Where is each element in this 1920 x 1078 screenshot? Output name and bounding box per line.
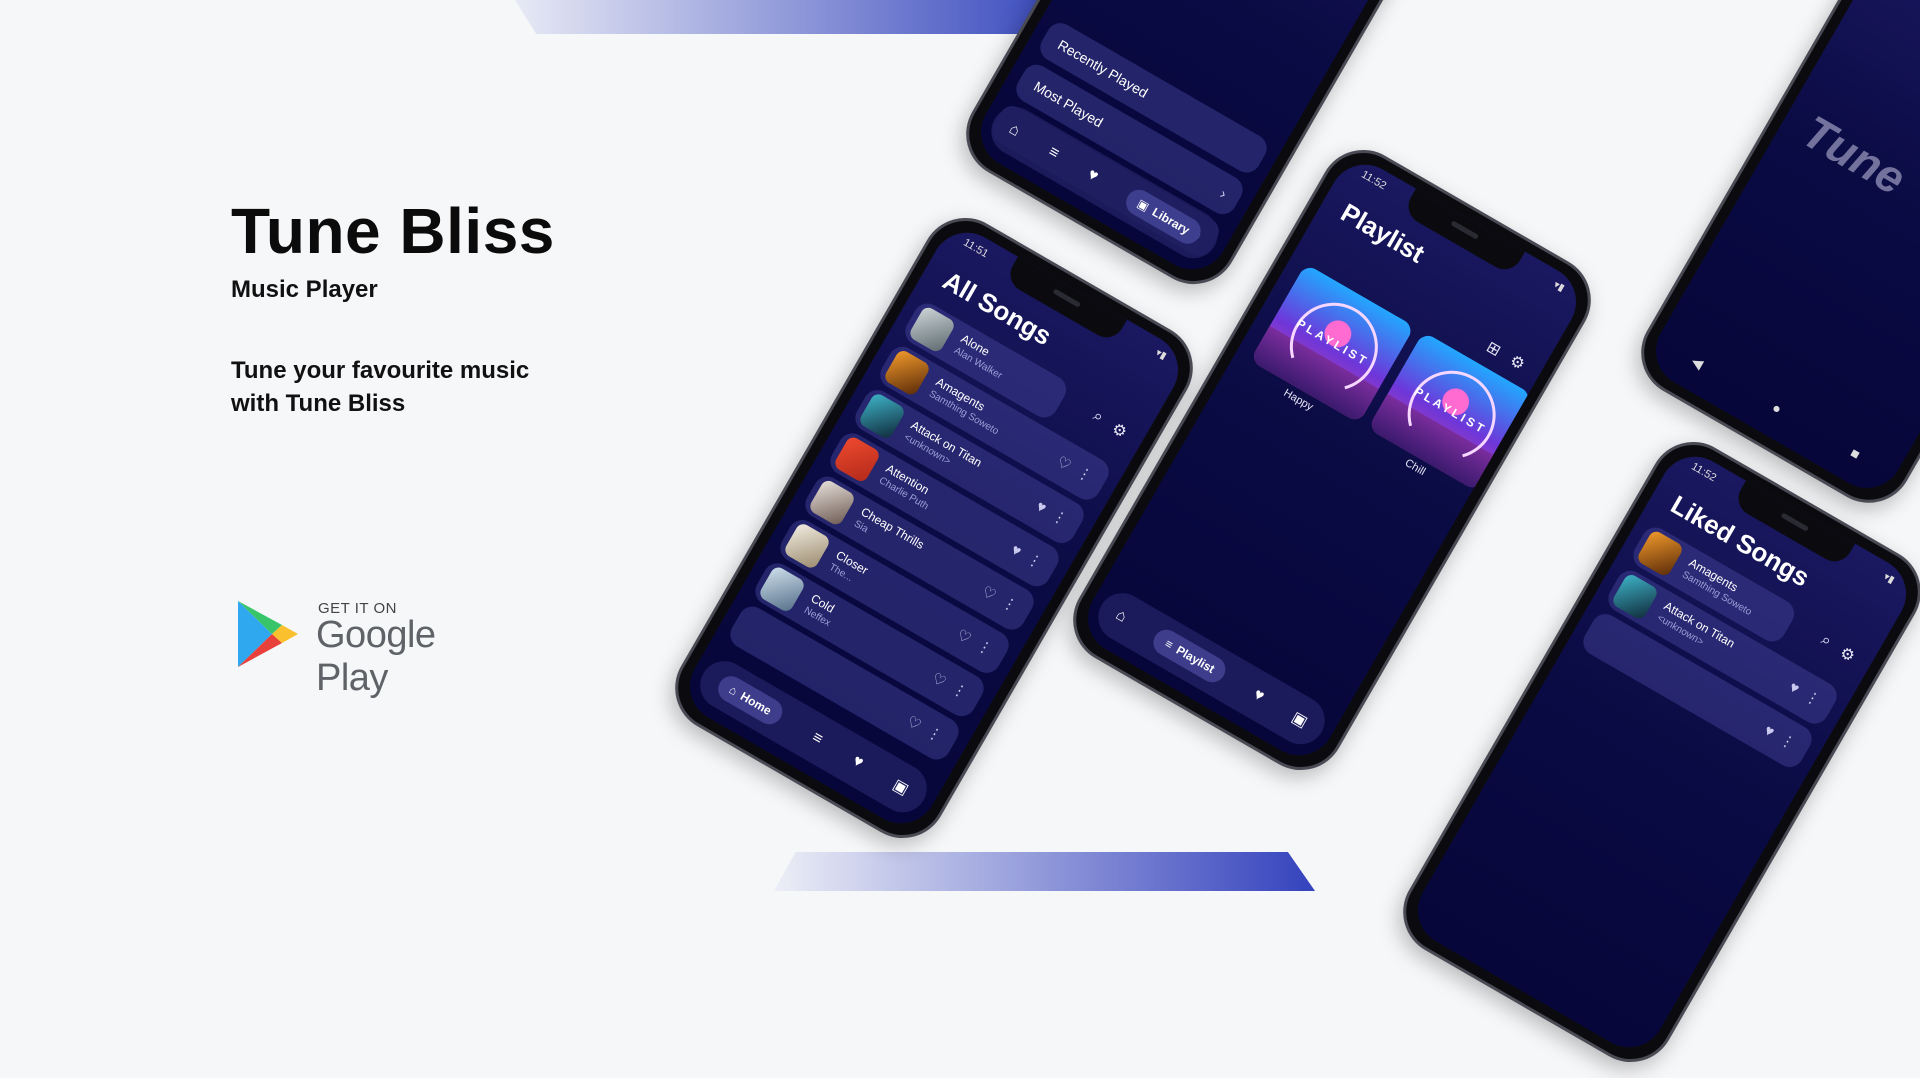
back-icon[interactable]: ◀: [1688, 353, 1706, 373]
heart-filled-icon[interactable]: ♥: [1786, 678, 1802, 697]
heart-icon[interactable]: ♥: [1084, 166, 1102, 186]
heart-filled-icon[interactable]: ♥: [1761, 722, 1777, 741]
tagline: Tune your favourite music with Tune Blis…: [231, 354, 571, 420]
google-play-badge[interactable]: GET IT ON Google Play: [236, 598, 506, 699]
phone-splash: Tune ◀ ● ■: [1625, 0, 1920, 519]
heart-outline-icon[interactable]: ♡: [979, 582, 1000, 604]
splash-logo-text: Tune: [1794, 105, 1915, 205]
more-vert-icon[interactable]: ⋮: [949, 679, 971, 702]
gear-icon[interactable]: ⚙: [1108, 418, 1130, 442]
playlist-bottom-nav: ⌂ ≡ Playlist ♥ ▣: [1089, 584, 1334, 753]
album-art: [1610, 572, 1660, 622]
queue-icon[interactable]: ≡: [1045, 143, 1062, 163]
search-icon[interactable]: ⌕: [1090, 407, 1106, 427]
more-vert-icon[interactable]: ⋮: [999, 592, 1021, 615]
nav-library-label: Library: [1149, 204, 1193, 238]
nav-home-active[interactable]: ⌂ Home: [713, 671, 788, 730]
chevron-right-icon: ›: [1216, 185, 1230, 203]
home-icon: ⌂: [726, 682, 740, 699]
signal-battery-icon: ▾▮: [1551, 279, 1567, 295]
album-art: [757, 564, 807, 614]
badge-store-name: Google Play: [316, 614, 436, 699]
album-art: [882, 348, 932, 398]
album-art: [782, 521, 832, 571]
library-icon[interactable]: ▣: [1288, 707, 1311, 732]
heart-outline-icon[interactable]: ♡: [904, 712, 925, 734]
all-songs-screen: 11:51 ▾▮ All Songs ⌕ ⚙ Alone Alan Walker…: [676, 219, 1192, 837]
app-subtitle: Music Player: [231, 276, 378, 303]
album-art: [857, 391, 907, 441]
album-art: [807, 478, 857, 528]
heart-filled-icon[interactable]: ♥: [1008, 541, 1024, 560]
tagline-line-1: Tune your favourite music: [231, 357, 530, 384]
nav-home-label: Home: [738, 689, 774, 718]
more-vert-icon[interactable]: ⋮: [924, 722, 946, 745]
heart-icon[interactable]: ♥: [849, 752, 867, 772]
status-time: 11:52: [1689, 460, 1719, 485]
heart-filled-icon[interactable]: ♥: [1033, 498, 1049, 517]
bottom-accent-band: [774, 852, 1315, 891]
search-icon[interactable]: ⌕: [1818, 631, 1834, 651]
google-play-icon: [238, 601, 298, 667]
phone-notch: [1401, 188, 1526, 276]
signal-battery-icon: ▾▮: [1881, 571, 1897, 587]
app-title: Tune Bliss: [231, 195, 555, 267]
home-circle-icon[interactable]: ●: [1769, 399, 1784, 418]
liked-screen: 11:52 ▾▮ Liked Songs ⌕ ⚙ Amagents Samthi…: [1404, 443, 1920, 1061]
library-icon[interactable]: ▣: [889, 775, 912, 800]
heart-outline-icon[interactable]: ♡: [929, 669, 950, 691]
queue-icon: ≡: [1162, 636, 1176, 652]
more-vert-icon[interactable]: ⋮: [1802, 687, 1824, 709]
more-vert-icon[interactable]: ⋮: [1024, 549, 1046, 572]
signal-battery-icon: ▾▮: [1153, 347, 1169, 363]
heart-outline-icon[interactable]: ♡: [1054, 452, 1075, 474]
more-vert-icon[interactable]: ⋮: [1777, 730, 1799, 753]
tagline-line-2: with Tune Bliss: [231, 390, 406, 417]
recents-icon[interactable]: ■: [1847, 444, 1863, 463]
nav-playlist-active[interactable]: ≡ Playlist: [1149, 625, 1231, 688]
heart-outline-icon[interactable]: ♡: [954, 625, 975, 647]
more-vert-icon[interactable]: ⋮: [1049, 506, 1071, 529]
add-playlist-icon[interactable]: ⊞: [1483, 337, 1505, 361]
status-time: 11:51: [961, 236, 991, 261]
splash-screen: Tune ◀ ● ■: [1642, 0, 1920, 502]
album-art: [907, 304, 957, 354]
nav-playlist-label: Playlist: [1173, 642, 1218, 677]
heart-icon[interactable]: ♥: [1250, 686, 1267, 706]
album-art: [832, 434, 882, 484]
album-art: [1635, 528, 1685, 578]
top-accent-band: [515, 0, 1047, 34]
library-icon: ▣: [1134, 196, 1152, 214]
home-icon[interactable]: ⌂: [1006, 120, 1023, 140]
more-vert-icon[interactable]: ⋮: [974, 636, 996, 659]
gear-icon[interactable]: ⚙: [1506, 350, 1528, 374]
home-icon[interactable]: ⌂: [1112, 606, 1130, 626]
status-time: 11:52: [1359, 168, 1389, 193]
more-vert-icon[interactable]: ⋮: [1074, 463, 1096, 485]
queue-icon[interactable]: ≡: [809, 729, 826, 749]
gear-icon[interactable]: ⚙: [1836, 642, 1858, 666]
